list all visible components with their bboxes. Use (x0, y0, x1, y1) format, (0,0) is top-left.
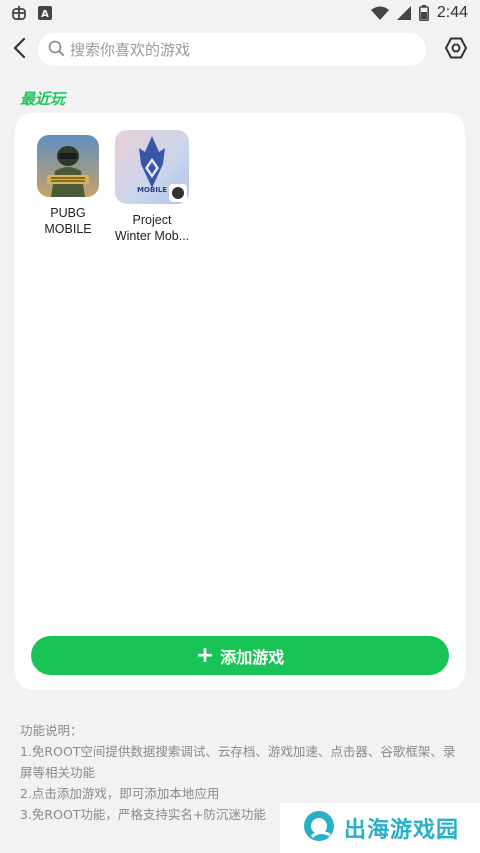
status-bar: A 2:44 (0, 0, 480, 26)
gear-icon (444, 36, 468, 64)
search-input[interactable]: 搜索你喜欢的游戏 (38, 33, 426, 66)
game-name-line1: Project (132, 213, 172, 227)
notes-line: 2.点击添加游戏，即可添加本地应用 (20, 786, 220, 801)
cell-signal-icon (396, 6, 411, 20)
clock: 2:44 (436, 4, 468, 21)
game-item-project-winter[interactable]: MOBILE Project Winter Mob... (107, 130, 197, 244)
search-icon (48, 40, 64, 60)
project-winter-icon: MOBILE (115, 130, 189, 204)
notes-line: 1.免ROOT空间提供数据搜索调试、云存档、游戏加速、点击器、谷歌框架、录 (20, 744, 456, 759)
watermark-logo-icon (302, 809, 336, 847)
notes-heading: 功能说明： (20, 723, 83, 738)
game-item-pubg[interactable]: PUBG MOBILE (23, 135, 113, 237)
top-bar: 搜索你喜欢的游戏 (0, 30, 480, 70)
game-name-line2: MOBILE (44, 222, 92, 236)
recent-section-title: 最近玩 (20, 90, 66, 108)
svg-text:MOBILE: MOBILE (137, 186, 167, 194)
add-game-button[interactable]: + 添加游戏 (31, 636, 449, 675)
search-placeholder: 搜索你喜欢的游戏 (70, 41, 191, 59)
back-button[interactable] (8, 37, 30, 63)
plus-icon: + (195, 642, 215, 668)
pubg-mobile-icon (37, 135, 99, 197)
bug-icon (10, 4, 28, 22)
add-game-label: 添加游戏 (220, 647, 285, 667)
recent-games-card: PUBG MOBILE MOBILE Project Winter Mob...… (15, 113, 465, 690)
wifi-icon (370, 6, 389, 21)
settings-button[interactable] (443, 37, 469, 63)
watermark-text: 出海游戏园 (344, 818, 460, 843)
battery-icon (418, 5, 429, 21)
font-a-icon: A (38, 6, 52, 20)
game-name-line2: Winter Mob... (114, 229, 190, 243)
svg-text:A: A (41, 9, 49, 20)
notes-line: 屏等相关功能 (20, 765, 96, 780)
watermark: 出海游戏园 (280, 803, 480, 853)
chevron-left-icon (12, 37, 26, 63)
game-name-line1: PUBG (50, 206, 86, 220)
